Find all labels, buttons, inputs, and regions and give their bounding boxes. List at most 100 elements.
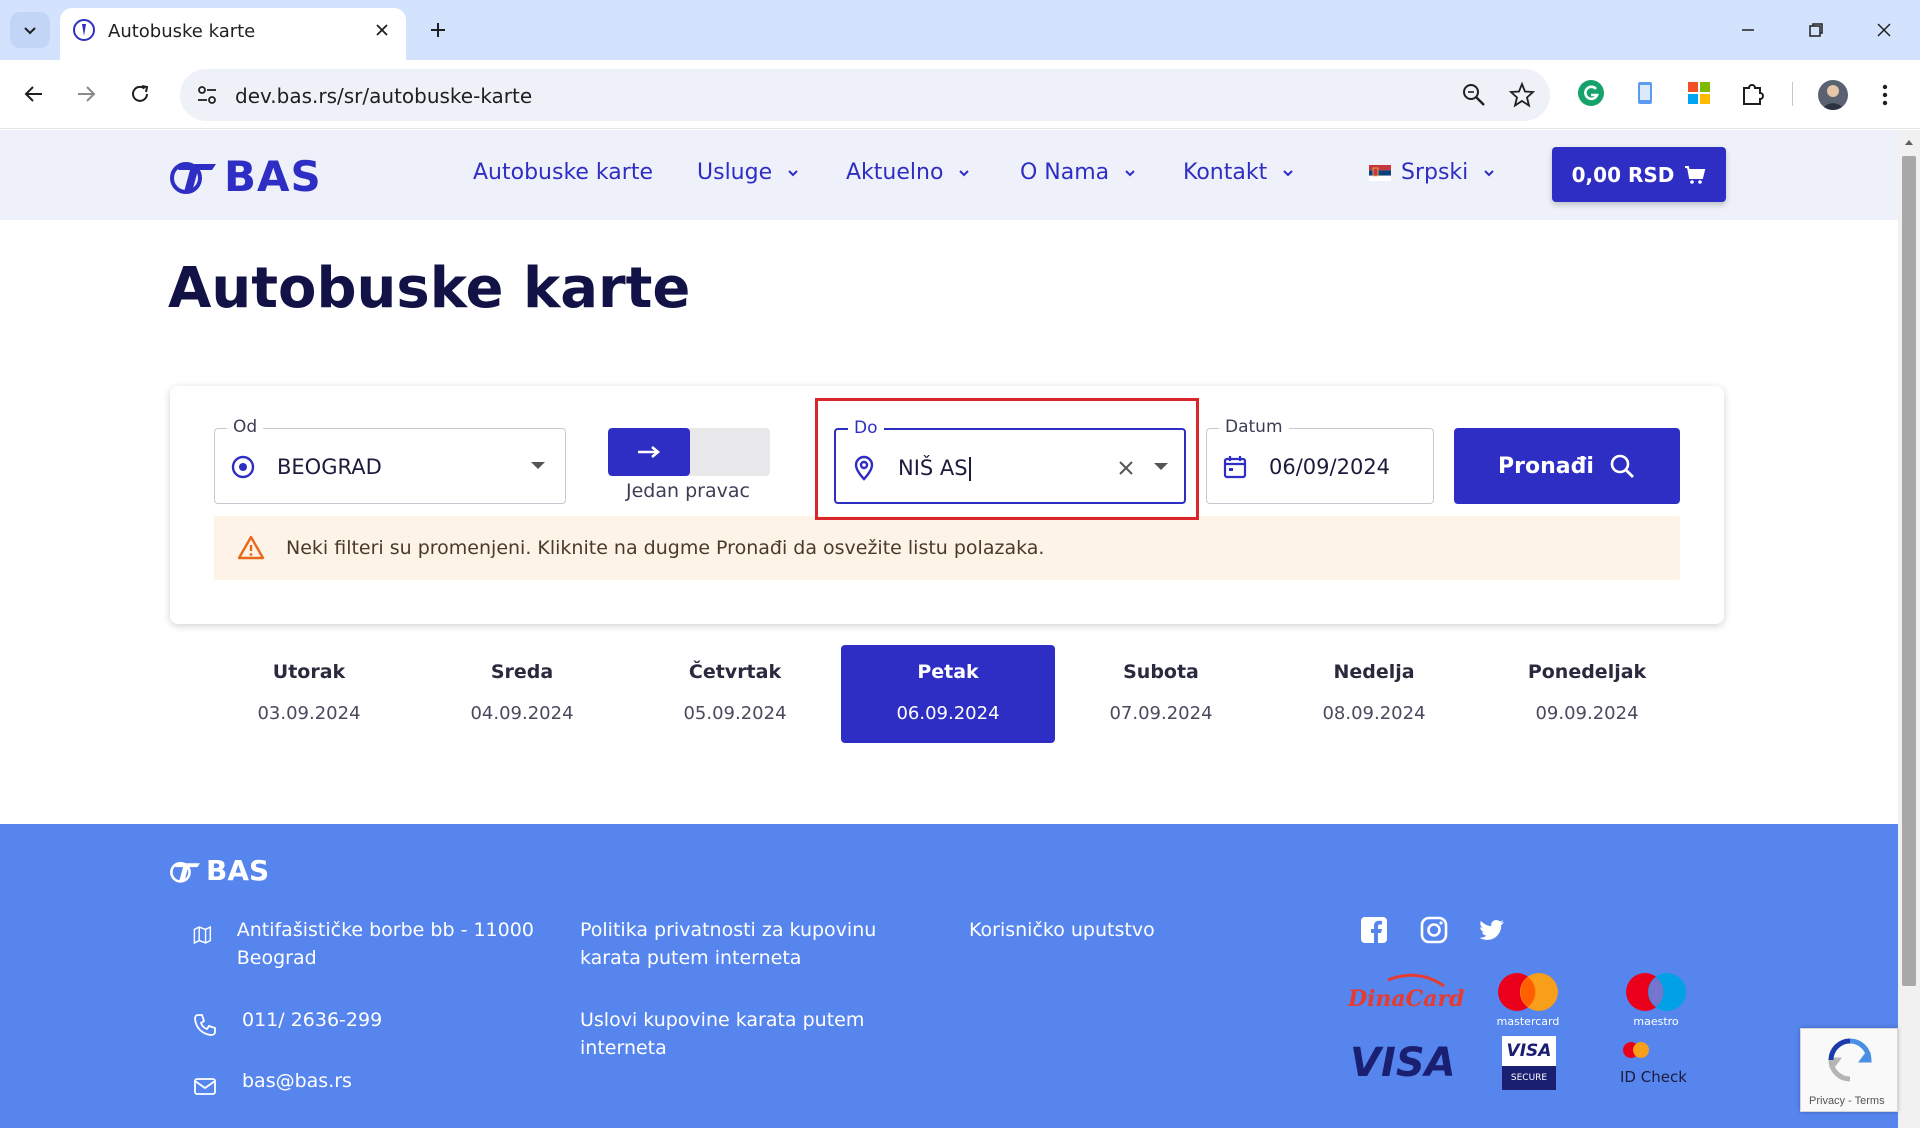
day-tab[interactable]: Ponedeljak 09.09.2024	[1480, 645, 1694, 743]
microsoft-extension-icon[interactable]	[1684, 78, 1714, 108]
close-icon	[1877, 23, 1891, 37]
id-check-circles-icon	[1623, 1042, 1649, 1058]
visa-secure-logo: VISA SECURE	[1502, 1036, 1556, 1090]
privacy-policy-link[interactable]: Politika privatnosti za kupovinu karata …	[580, 916, 920, 972]
phone-text: 011/ 2636-299	[242, 1009, 383, 1031]
day-name: Nedelja	[1333, 661, 1415, 683]
id-check-text: ID Check	[1620, 1068, 1687, 1086]
minimize-button[interactable]	[1728, 10, 1768, 50]
arrow-right-icon	[78, 86, 96, 102]
chevron-down-icon	[959, 169, 970, 176]
page-scrollbar[interactable]	[1898, 130, 1920, 1128]
tab-search-button[interactable]	[10, 12, 50, 48]
browser-tab[interactable]: Autobuske karte	[60, 8, 406, 60]
maestro-logo: maestro	[1620, 972, 1692, 1028]
chevron-down-icon	[24, 27, 36, 35]
dinacard-text: DinaCard	[1348, 986, 1465, 1012]
toggle-knob	[608, 428, 690, 476]
maestro-text: maestro	[1633, 1015, 1679, 1028]
profile-avatar[interactable]	[1818, 80, 1848, 110]
day-tab-selected[interactable]: Petak 06.09.2024	[841, 645, 1055, 743]
language-selector[interactable]: Srpski	[1369, 160, 1496, 185]
cart-total: 0,00 RSD	[1571, 162, 1675, 187]
day-name: Četvrtak	[688, 661, 782, 683]
logo-text: BAS	[224, 151, 322, 201]
mail-icon	[194, 1078, 216, 1095]
direction-toggle[interactable]	[608, 428, 770, 476]
user-manual-link[interactable]: Korisničko uputstvo	[969, 916, 1309, 944]
visa-secure-bottom: SECURE	[1502, 1066, 1556, 1090]
email-text: bas@bas.rs	[242, 1070, 352, 1092]
footer-address: Antifašističke borbe bb - 11000 Beograd	[192, 916, 542, 972]
from-field[interactable]: Od BEOGRAD	[214, 417, 566, 504]
bas-logo-icon	[170, 162, 216, 194]
day-tab[interactable]: Sreda 04.09.2024	[415, 645, 629, 743]
nav-o-nama[interactable]: O Nama	[1020, 160, 1137, 185]
phone-extension-icon[interactable]	[1630, 78, 1660, 108]
avatar-icon	[1821, 85, 1845, 110]
cart-button[interactable]: 0,00 RSD	[1552, 147, 1726, 202]
zoom-icon[interactable]	[1460, 81, 1488, 109]
tab-close-button[interactable]	[368, 16, 396, 44]
twitter-icon[interactable]	[1476, 914, 1508, 946]
purchase-terms-link[interactable]: Uslovi kupovine karata putem interneta	[580, 1006, 920, 1062]
footer-logo-text: BAS	[206, 854, 270, 887]
reload-button[interactable]	[120, 74, 160, 114]
mastercard-logo: mastercard	[1492, 972, 1564, 1028]
extensions-puzzle-icon[interactable]	[1738, 78, 1768, 108]
grammarly-extension-icon[interactable]	[1576, 78, 1606, 108]
day-tab[interactable]: Subota 07.09.2024	[1054, 645, 1268, 743]
recaptcha-badge[interactable]: Privacy - Terms	[1800, 1028, 1898, 1112]
close-window-button[interactable]	[1864, 10, 1904, 50]
day-date: 08.09.2024	[1322, 703, 1426, 724]
nav-autobuske-karte[interactable]: Autobuske karte	[473, 160, 653, 185]
page-title: Autobuske karte	[168, 256, 691, 321]
search-button[interactable]: Pronađi	[1454, 428, 1680, 504]
footer-logo[interactable]: BAS	[168, 854, 269, 887]
site-header: BAS Autobuske karte Usluge Aktuelno O Na…	[0, 130, 1898, 220]
scroll-up-arrow-icon[interactable]	[1898, 134, 1920, 150]
back-button[interactable]	[14, 74, 54, 114]
footer-phone[interactable]: 011/ 2636-299	[192, 1006, 382, 1038]
day-name: Subota	[1123, 661, 1199, 683]
day-date: 04.09.2024	[470, 703, 574, 724]
dropdown-caret-icon[interactable]	[531, 462, 545, 469]
address-bar[interactable]: dev.bas.rs/sr/autobuske-karte	[180, 69, 1550, 121]
chevron-down-icon	[1484, 169, 1495, 176]
day-date: 09.09.2024	[1535, 703, 1639, 724]
new-tab-button[interactable]	[420, 12, 456, 48]
day-tab[interactable]: Nedelja 08.09.2024	[1267, 645, 1481, 743]
day-tab[interactable]: Četvrtak 05.09.2024	[628, 645, 842, 743]
search-icon	[1610, 454, 1634, 478]
facebook-icon[interactable]	[1358, 914, 1390, 946]
nav-label: Autobuske karte	[473, 160, 653, 185]
arrow-left-icon	[24, 86, 42, 102]
nav-aktuelno[interactable]: Aktuelno	[846, 160, 971, 185]
nav-kontakt[interactable]: Kontakt	[1183, 160, 1295, 185]
bas-logo[interactable]: BAS	[168, 151, 322, 201]
site-settings-icon[interactable]	[194, 82, 220, 108]
restore-button[interactable]	[1796, 10, 1836, 50]
recaptcha-icon	[1828, 1038, 1872, 1082]
day-tab[interactable]: Utorak 03.09.2024	[202, 645, 416, 743]
instagram-icon[interactable]	[1418, 914, 1450, 946]
day-date: 03.09.2024	[257, 703, 361, 724]
recaptcha-links[interactable]: Privacy - Terms	[1809, 1095, 1885, 1107]
arrow-right-icon	[638, 446, 661, 458]
footer-email[interactable]: bas@bas.rs	[192, 1067, 352, 1099]
warning-icon	[237, 535, 265, 560]
chevron-down-icon	[1125, 169, 1135, 176]
filters-changed-notice: Neki filteri su promenjeni. Kliknite na …	[214, 516, 1680, 580]
nav-usluge[interactable]: Usluge	[697, 160, 800, 185]
dinacard-logo: DinaCard	[1348, 972, 1464, 1022]
scrollbar-thumb[interactable]	[1902, 156, 1916, 986]
address-text: Antifašističke borbe bb - 11000 Beograd	[236, 919, 534, 969]
restore-icon	[1809, 23, 1823, 37]
plus-icon	[431, 23, 445, 37]
bookmark-star-icon[interactable]	[1508, 81, 1536, 109]
bas-favicon-icon	[73, 19, 95, 41]
tab-title: Autobuske karte	[108, 21, 256, 42]
date-field[interactable]: Datum 06/09/2024	[1206, 417, 1434, 504]
browser-menu-button[interactable]	[1870, 80, 1900, 110]
forward-button[interactable]	[66, 74, 106, 114]
